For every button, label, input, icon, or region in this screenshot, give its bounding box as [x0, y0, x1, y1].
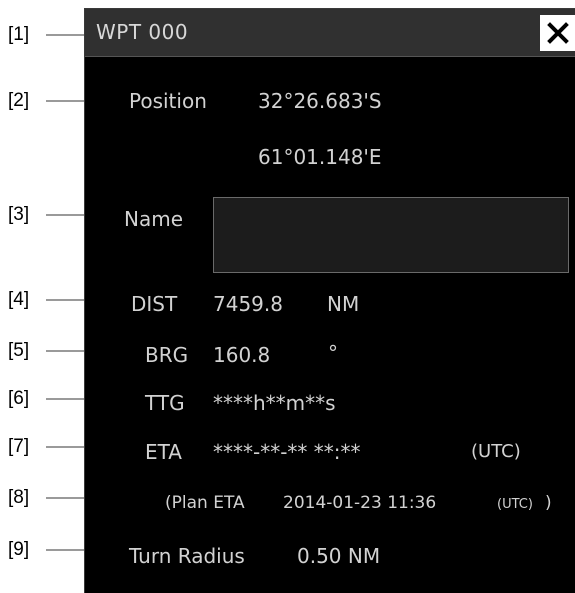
callout-number: [6]	[8, 388, 30, 409]
turn-radius-value: 0.50 NM	[297, 544, 381, 568]
brg-unit: °	[328, 341, 338, 365]
eta-timezone: (UTC)	[471, 441, 521, 462]
plan-eta-timezone: (UTC)	[497, 497, 533, 512]
dist-unit: NM	[327, 292, 360, 316]
close-x-icon	[547, 22, 569, 44]
callout-number: [3]	[8, 204, 30, 225]
callout-number: [9]	[8, 539, 30, 560]
plan-eta-value: 2014-01-23 11:36	[283, 493, 437, 513]
name-input[interactable]	[213, 197, 569, 273]
longitude-value: 61°01.148'E	[258, 145, 382, 169]
brg-label: BRG	[145, 343, 189, 367]
dist-label: DIST	[131, 292, 178, 316]
latitude-value: 32°26.683'S	[258, 89, 382, 113]
turn-radius-label: Turn Radius	[129, 544, 245, 568]
plan-eta-close-paren: )	[545, 493, 552, 513]
callout-number: [8]	[8, 487, 30, 508]
waypoint-panel: WPT 000 Position 32°26.683'S 61°01.148'E…	[84, 8, 575, 593]
callout-number: [1]	[8, 24, 30, 45]
panel-title: WPT 000	[96, 20, 189, 44]
plan-eta-label: (Plan ETA	[165, 493, 245, 513]
close-button[interactable]	[540, 15, 575, 51]
ttg-value: ****h**m**s	[213, 391, 336, 415]
callout-number: [5]	[8, 340, 30, 361]
callout-number: [2]	[8, 90, 30, 111]
eta-label: ETA	[145, 440, 182, 464]
eta-value: ****-**-** **:**	[213, 440, 361, 464]
callout-number: [4]	[8, 289, 30, 310]
brg-value: 160.8	[213, 343, 271, 367]
leader-line-1	[46, 34, 84, 36]
name-label: Name	[124, 207, 184, 231]
title-bar: WPT 000	[85, 9, 575, 57]
callout-number: [7]	[8, 436, 30, 457]
ttg-label: TTG	[145, 391, 185, 415]
position-label: Position	[129, 89, 207, 113]
dist-value: 7459.8	[213, 292, 283, 316]
